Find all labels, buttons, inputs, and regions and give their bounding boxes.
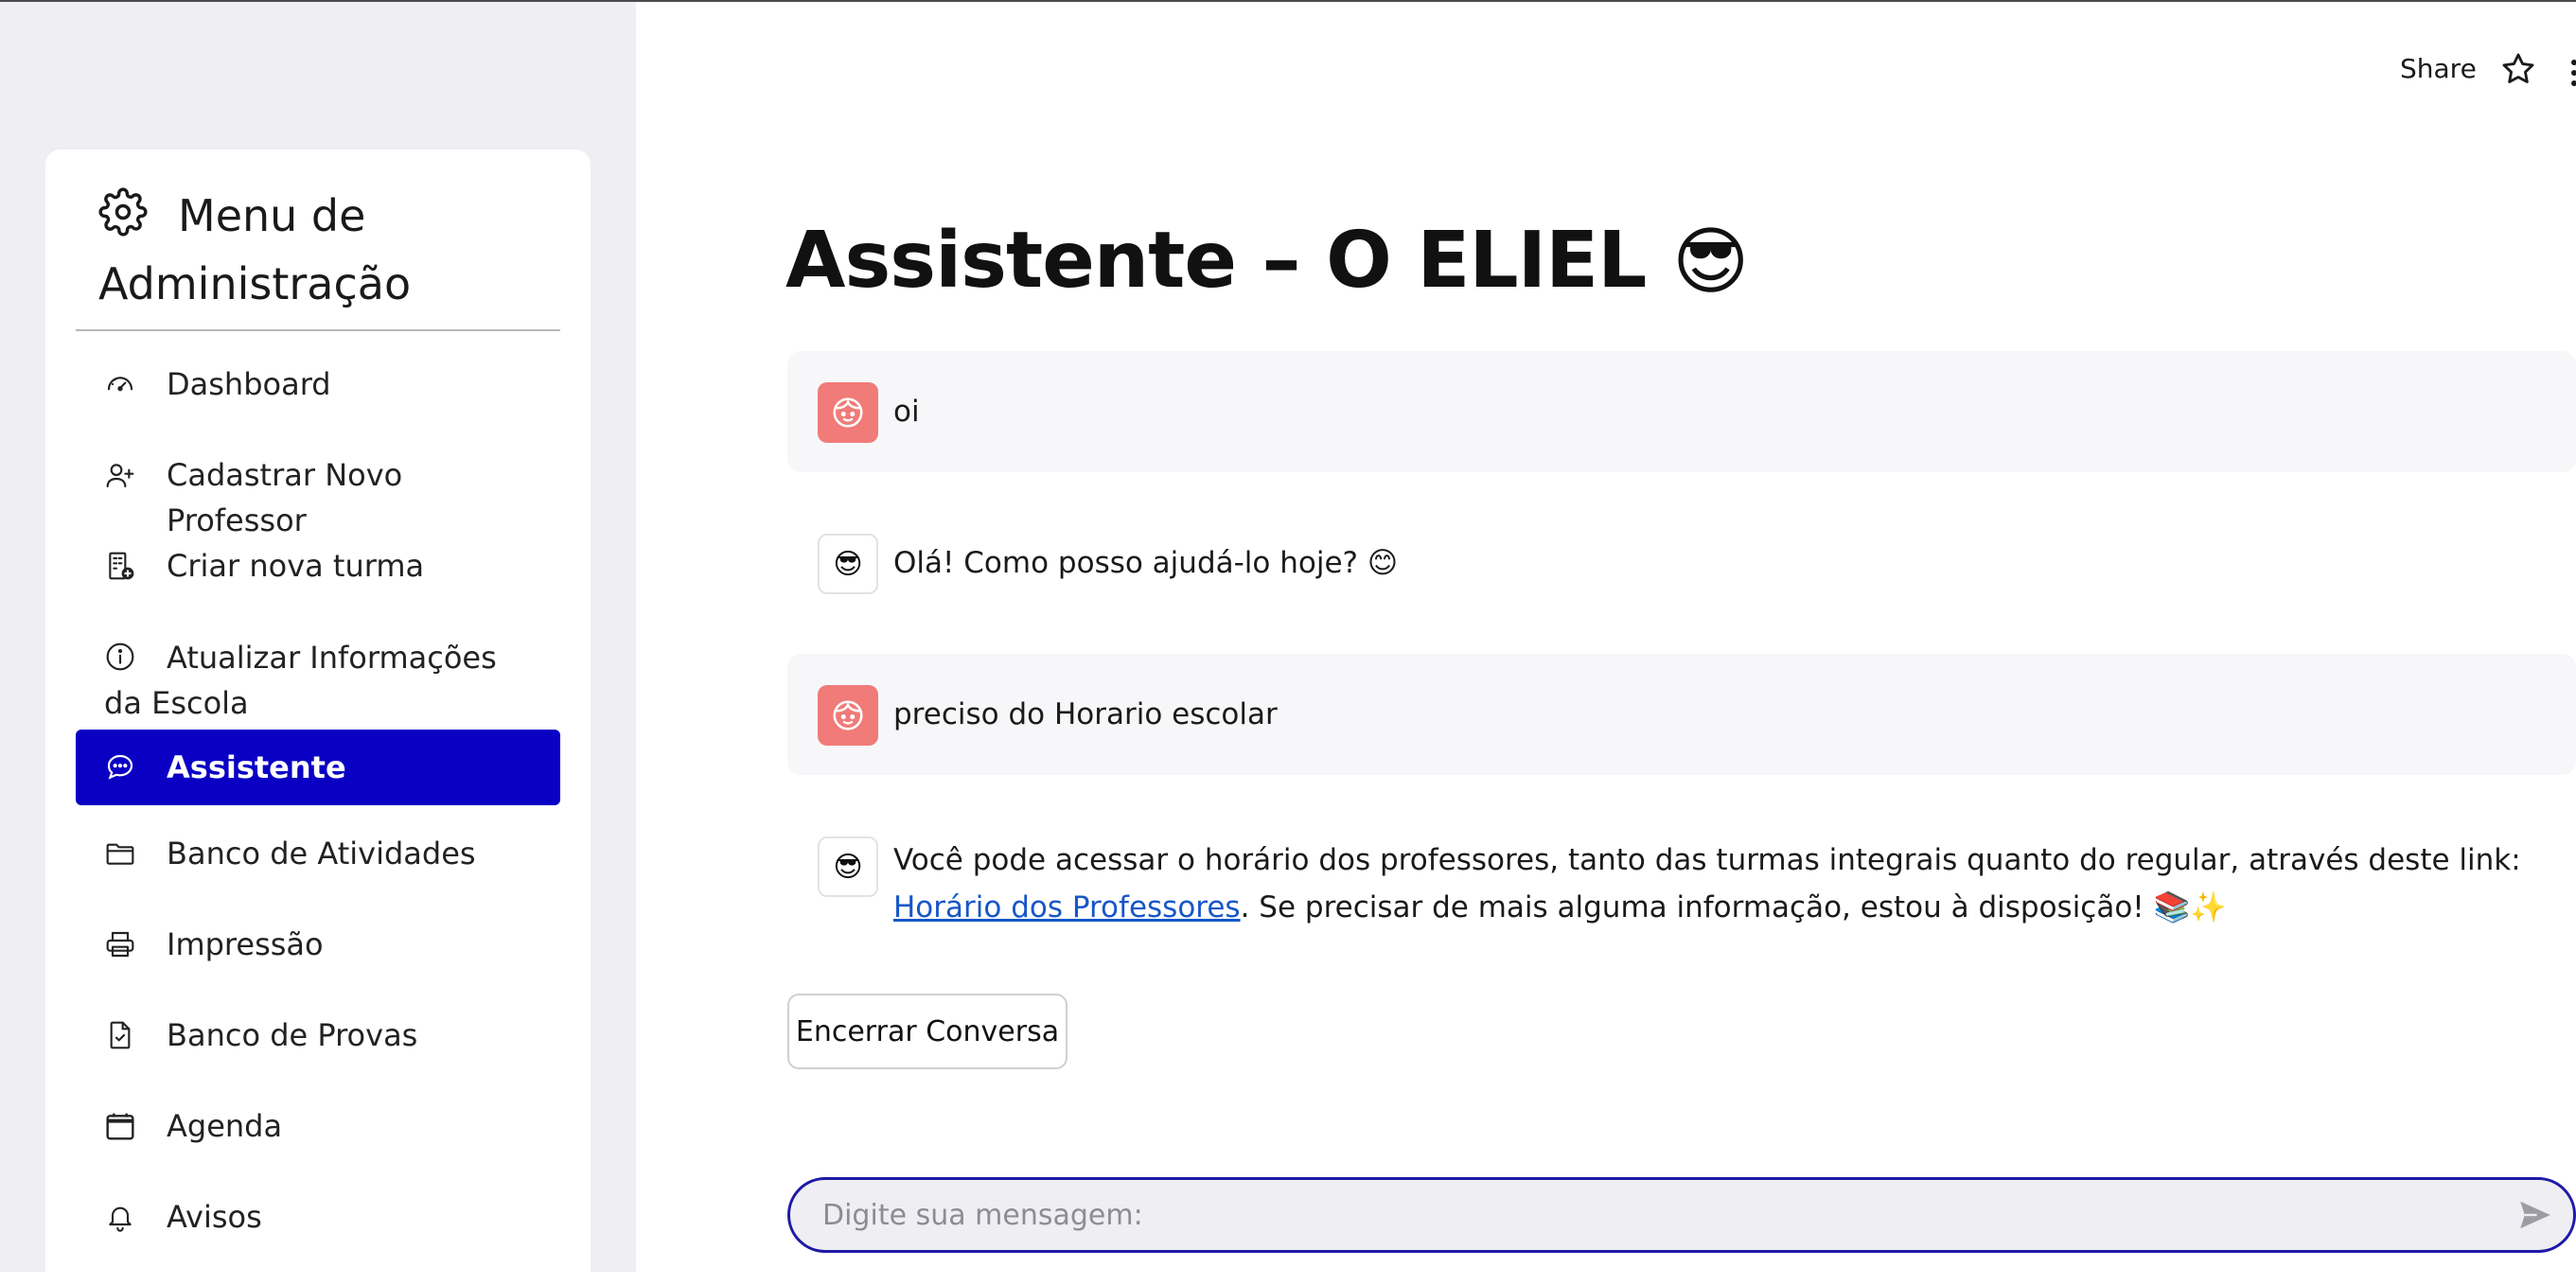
user-avatar-icon bbox=[818, 685, 878, 746]
star-icon[interactable] bbox=[2500, 51, 2536, 91]
message-text: oi bbox=[893, 395, 920, 429]
sidebar-item-banco-atividades[interactable]: Banco de Atividades bbox=[76, 820, 560, 887]
chat-icon bbox=[104, 751, 136, 783]
sidebar-item-dashboard[interactable]: Dashboard bbox=[76, 351, 560, 417]
admin-menu-card: Menu de Administração Dashboard Cadastra… bbox=[45, 150, 591, 1285]
file-check-icon bbox=[104, 1019, 136, 1051]
building-add-icon bbox=[104, 550, 136, 582]
info-icon bbox=[104, 641, 136, 673]
chat-input[interactable] bbox=[822, 1180, 2507, 1250]
send-icon[interactable] bbox=[2516, 1197, 2554, 1237]
sunglasses-emoji: 😎 bbox=[1671, 220, 1749, 305]
sidebar-item-atualizar-escola[interactable]: Atualizar Informações da Escola bbox=[76, 624, 560, 721]
page-title-text: Assistente – O ELIEL bbox=[785, 216, 1647, 306]
sidebar-item-criar-turma[interactable]: Criar nova turma bbox=[76, 533, 560, 599]
sidebar-item-banco-provas[interactable]: Banco de Provas bbox=[76, 1002, 560, 1068]
sidebar-item-label: Banco de Provas bbox=[167, 1017, 418, 1053]
sidebar-item-assistente[interactable]: Assistente bbox=[76, 730, 560, 805]
sidebar: Menu de Administração Dashboard Cadastra… bbox=[0, 2, 636, 1285]
menu-divider bbox=[76, 329, 560, 331]
bell-icon bbox=[104, 1201, 136, 1233]
sidebar-item-avisos[interactable]: Avisos bbox=[76, 1184, 560, 1250]
chat-message-user: oi bbox=[787, 351, 2576, 472]
chat-message-assistant: 😎 Você pode acessar o horário dos profes… bbox=[787, 804, 2576, 956]
more-options-icon[interactable] bbox=[2568, 59, 2576, 87]
sidebar-item-label: Cadastrar Novo Professor bbox=[167, 457, 403, 538]
chat-message-assistant: 😎 Olá! Como posso ajudá-lo hoje? 😊 bbox=[787, 503, 2576, 625]
user-avatar-icon bbox=[818, 382, 878, 443]
sidebar-item-label: Criar nova turma bbox=[167, 548, 425, 584]
sidebar-item-label: Impressão bbox=[167, 926, 324, 962]
horario-professores-link[interactable]: Horário dos Professores bbox=[893, 890, 1241, 924]
sidebar-item-label: Dashboard bbox=[167, 366, 331, 402]
person-add-icon bbox=[104, 459, 136, 491]
end-conversation-button[interactable]: Encerrar Conversa bbox=[787, 994, 1067, 1069]
assistant-avatar-icon: 😎 bbox=[818, 836, 878, 897]
sidebar-item-label: Avisos bbox=[167, 1199, 262, 1235]
gauge-icon bbox=[104, 368, 136, 400]
calendar-icon bbox=[104, 1110, 136, 1142]
page-title: Assistente – O ELIEL 😎 bbox=[785, 216, 1749, 306]
message-text-part: . Se precisar de mais alguma informação,… bbox=[1240, 890, 2227, 924]
message-text: Olá! Como posso ajudá-lo hoje? 😊 bbox=[893, 546, 1399, 580]
message-text: preciso do Horario escolar bbox=[893, 697, 1278, 731]
message-text-part: Você pode acessar o horário dos professo… bbox=[893, 843, 2521, 877]
chat-message-user: preciso do Horario escolar bbox=[787, 654, 2576, 775]
sidebar-item-impressao[interactable]: Impressão bbox=[76, 911, 560, 977]
printer-icon bbox=[104, 928, 136, 960]
sidebar-item-label: Assistente bbox=[167, 749, 346, 785]
folder-icon bbox=[104, 837, 136, 870]
menu-title: Menu de Administração bbox=[98, 182, 543, 318]
share-button[interactable]: Share bbox=[2400, 53, 2477, 84]
message-text: Você pode acessar o horário dos professo… bbox=[893, 836, 2559, 931]
sidebar-item-agenda[interactable]: Agenda bbox=[76, 1093, 560, 1159]
sidebar-item-label: Atualizar Informações da Escola bbox=[104, 640, 497, 721]
gear-icon bbox=[98, 187, 178, 241]
sidebar-item-cadastrar-professor[interactable]: Cadastrar Novo Professor bbox=[76, 442, 560, 538]
assistant-avatar-icon: 😎 bbox=[818, 534, 878, 594]
sidebar-item-label: Banco de Atividades bbox=[167, 836, 476, 871]
chat-input-container bbox=[787, 1177, 2576, 1253]
sidebar-item-label: Agenda bbox=[167, 1108, 283, 1144]
